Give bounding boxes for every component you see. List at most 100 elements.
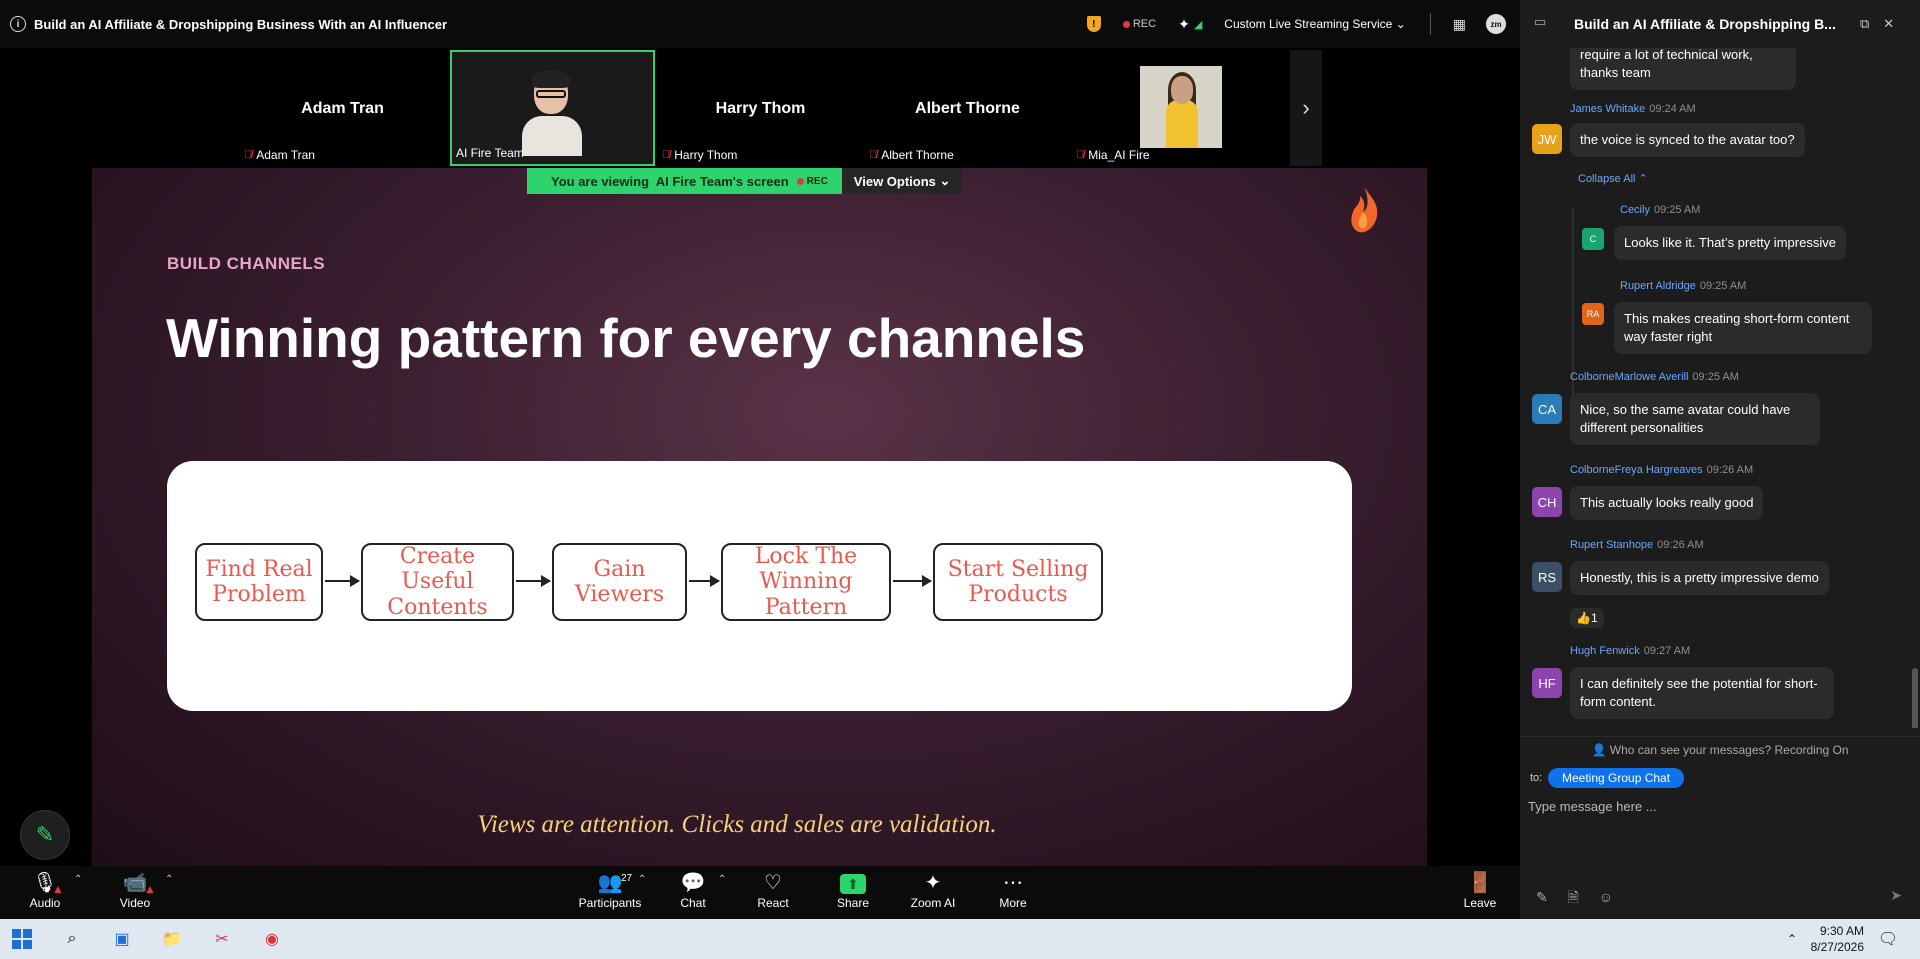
avatar[interactable]: CH — [1532, 487, 1562, 517]
rec-dot-icon — [796, 177, 804, 185]
clock-time: 9:30 AM — [1819, 924, 1864, 938]
chat-scrollbar[interactable] — [1912, 668, 1918, 728]
notifications-icon[interactable]: 🗨 — [1876, 927, 1900, 951]
audio-label: Audio — [29, 896, 61, 910]
message-visibility-info[interactable]: 👤 Who can see your messages? Recording O… — [1520, 743, 1920, 757]
participants-options-caret[interactable]: ⌃ — [638, 874, 646, 885]
sparkle-icon: ✦ — [924, 872, 942, 894]
message-time: 09:24 AM — [1649, 103, 1696, 115]
user-avatar[interactable]: zm — [1486, 14, 1506, 34]
chat-message-bubble: I can definitely see the potential for s… — [1570, 667, 1834, 719]
avatar[interactable]: JW — [1532, 124, 1562, 154]
viewing-text: You are viewing AI Fire Team's screen — [551, 173, 789, 189]
viewing-banner: You are viewing AI Fire Team's screen RE… — [527, 168, 963, 194]
react-button[interactable]: ♡ React — [738, 870, 808, 910]
title-bar: i Build an AI Affiliate & Dropshipping B… — [0, 0, 1520, 48]
windows-start-icon[interactable] — [10, 927, 34, 951]
audio-button[interactable]: 🎙 ▲ Audio — [10, 870, 80, 910]
more-dots-icon: ⋯ — [1003, 872, 1023, 894]
more-button[interactable]: ⋯ More — [978, 870, 1048, 910]
video-options-caret[interactable]: ⌃ — [165, 874, 173, 885]
view-options-button[interactable]: View Options ⌄ — [841, 168, 963, 194]
avatar[interactable]: CA — [1532, 394, 1562, 424]
participant-tile[interactable]: Adam Tran 🎙̸ Adam Tran — [240, 50, 445, 166]
participant-tile[interactable]: Harry Thom 🎙̸ Harry Thom — [658, 50, 863, 166]
message-sender: ColborneMarlowe Averill 09:25 AM — [1570, 371, 1739, 383]
live-streaming-menu[interactable]: Custom Live Streaming Service ⌄ — [1224, 17, 1405, 31]
message-time: 09:26 AM — [1657, 539, 1704, 551]
chrome-icon[interactable]: ◉ — [260, 927, 284, 951]
snipping-tool-icon[interactable]: ✂ — [210, 927, 234, 951]
participant-name-tag: 🎙̸ Albert Thorne — [869, 148, 954, 162]
participant-tile[interactable]: Albert Thorne 🎙̸ Albert Thorne — [865, 50, 1070, 166]
system-clock[interactable]: 9:30 AM 8/27/2026 — [1811, 923, 1864, 955]
message-sender: James Whitake 09:24 AM — [1570, 103, 1696, 115]
search-icon[interactable]: ⌕ — [60, 927, 84, 951]
message-input[interactable]: Type message here ... — [1528, 799, 1657, 814]
participant-name: Mia_AI Fire — [1088, 148, 1150, 162]
audio-options-caret[interactable]: ⌃ — [74, 874, 82, 885]
reaction-badge[interactable]: 👍1 — [1570, 608, 1604, 628]
gallery-view-icon[interactable]: ▦ — [1453, 16, 1466, 33]
arrow-icon — [516, 575, 551, 587]
file-icon[interactable]: 🗎 — [1568, 889, 1579, 905]
chevron-right-icon: › — [1302, 95, 1310, 120]
close-icon[interactable]: ✕ — [1883, 16, 1894, 32]
chat-panel-icon[interactable]: ▭ — [1534, 14, 1546, 30]
mic-muted-icon: 🎙̸ — [869, 149, 878, 161]
format-icon[interactable]: ✎ — [1536, 889, 1548, 905]
recording-indicator[interactable]: REC — [1122, 18, 1156, 30]
emoji-icon[interactable]: ☺ — [1599, 889, 1613, 905]
annotate-pen-button[interactable]: ✎ — [20, 810, 70, 860]
chevron-down-icon: ⌄ — [1395, 17, 1406, 31]
warning-icon: ▲ — [144, 882, 156, 896]
security-shield-icon[interactable]: ! — [1086, 16, 1101, 32]
participants-count: 27 — [621, 873, 633, 884]
participant-name: Adam Tran — [256, 148, 315, 162]
message-sender: Rupert Stanhope 09:26 AM — [1570, 539, 1704, 551]
share-button[interactable]: ⬆ Share — [818, 870, 888, 910]
chevron-down-icon: ⌄ — [939, 173, 951, 188]
participants-button[interactable]: 👥 27 Participants — [575, 870, 645, 910]
avatar[interactable]: RA — [1582, 303, 1604, 325]
chat-message-bubble: Looks like it. That’s pretty impressive — [1614, 226, 1846, 260]
participant-name: AI Fire Team — [456, 146, 524, 160]
participant-tile[interactable]: 🎙̸ Mia_AI Fire — [1072, 50, 1277, 166]
collapse-all-link[interactable]: Collapse All ⌃ — [1578, 172, 1648, 185]
slide-headline: Winning pattern for every channels — [166, 307, 1086, 369]
chat-message-bubble: the voice is synced to the avatar too? — [1570, 123, 1805, 157]
message-time: 09:27 AM — [1643, 645, 1691, 657]
chat-label: Chat — [680, 896, 706, 910]
store-icon[interactable]: ▣ — [110, 927, 134, 951]
share-label: Share — [836, 896, 870, 910]
recipient-selector[interactable]: Meeting Group Chat — [1548, 768, 1685, 788]
avatar[interactable]: HF — [1532, 668, 1562, 698]
leave-button[interactable]: 🚪 Leave — [1445, 870, 1515, 910]
video-button[interactable]: 📹 ▲ Video — [100, 870, 170, 910]
step-box: Lock The Winning Pattern — [721, 543, 891, 621]
react-label: React — [757, 896, 789, 910]
ai-companion-icon[interactable]: ✦ — [1178, 16, 1190, 33]
zoom-ai-button[interactable]: ✦ Zoom AI — [898, 870, 968, 910]
to-label: to: — [1530, 772, 1543, 784]
info-icon[interactable]: i — [10, 16, 26, 32]
next-page-button[interactable]: › — [1290, 50, 1322, 166]
popout-icon[interactable]: ⧉ — [1860, 16, 1869, 32]
send-icon[interactable]: ➤ — [1890, 887, 1902, 904]
participant-tile-active-speaker[interactable]: AI Fire Team — [450, 50, 655, 166]
chat-message-bubble: This actually looks really good — [1570, 486, 1764, 520]
message-sender: Cecily 09:25 AM — [1620, 204, 1700, 216]
chat-messages: require a lot of technical work, thanks … — [1520, 48, 1920, 728]
video-label: Video — [119, 896, 151, 910]
message-time: 09:25 AM — [1699, 280, 1747, 292]
tray-chevron-up-icon[interactable]: ⌃ — [1780, 927, 1804, 951]
avatar[interactable]: RS — [1532, 562, 1562, 592]
arrow-icon — [893, 575, 932, 587]
slide-quote: Views are attention. Clicks and sales ar… — [477, 811, 997, 838]
avatar[interactable]: C — [1582, 228, 1604, 250]
heart-icon: ♡ — [764, 872, 782, 894]
chat-options-caret[interactable]: ⌃ — [718, 874, 726, 885]
live-streaming-label: Custom Live Streaming Service — [1224, 17, 1393, 31]
connection-signal-icon[interactable]: ◢ — [1194, 18, 1202, 31]
file-explorer-icon[interactable]: 📁 — [160, 927, 184, 951]
